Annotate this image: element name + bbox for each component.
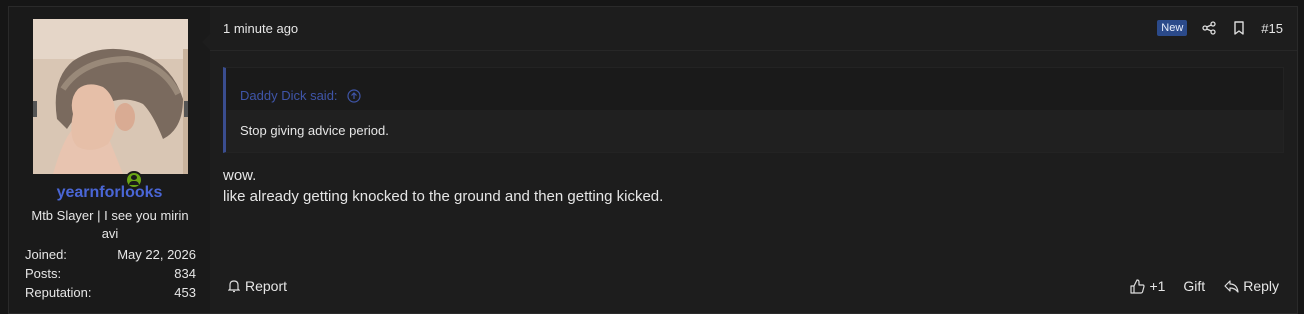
user-stats: Joined: May 22, 2026 Posts: 834 Reputati… [25, 245, 196, 302]
post-footer: Report +1 Gift Reply [210, 276, 1297, 298]
quote-text: Stop giving advice period. [226, 110, 1283, 152]
username-link[interactable]: yearnforlooks [9, 184, 210, 202]
post-content: 1 minute ago New #15 Daddy Dick said: St… [210, 7, 1297, 313]
post-container: yearnforlooks Mtb Slayer | I see you mir… [8, 6, 1298, 314]
stat-label: Joined: [25, 247, 67, 262]
stat-value: 453 [174, 285, 196, 300]
stat-posts: Posts: 834 [25, 264, 196, 283]
arrow-up-circle-icon[interactable] [346, 88, 362, 104]
post-header: 1 minute ago New #15 [210, 7, 1297, 51]
message-line: wow. [223, 167, 257, 184]
report-button[interactable]: Report [226, 278, 287, 294]
post-footer-actions: +1 Gift Reply [1129, 278, 1279, 294]
bookmark-icon[interactable] [1231, 20, 1247, 36]
quote-author[interactable]: Daddy Dick said: [240, 88, 338, 103]
user-title: Mtb Slayer | I see you mirin avi [31, 208, 189, 241]
reply-icon [1223, 278, 1239, 294]
post-message: wow. like already getting knocked to the… [223, 165, 663, 207]
message-line: like already getting knocked to the grou… [223, 188, 664, 205]
reply-label: Reply [1243, 278, 1279, 294]
stat-joined: Joined: May 22, 2026 [25, 245, 196, 264]
stat-label: Posts: [25, 266, 62, 281]
reply-button[interactable]: Reply [1223, 278, 1279, 294]
post-timestamp[interactable]: 1 minute ago [223, 21, 298, 36]
avatar[interactable] [33, 19, 188, 189]
report-label: Report [245, 278, 288, 294]
share-icon[interactable] [1201, 20, 1217, 36]
stat-value[interactable]: 834 [174, 264, 196, 283]
quote-block: Daddy Dick said: Stop giving advice peri… [223, 67, 1284, 153]
post-number-link[interactable]: #15 [1261, 21, 1283, 36]
gift-button[interactable]: Gift [1183, 278, 1205, 294]
like-count: +1 [1149, 278, 1166, 294]
thumbs-up-icon [1129, 278, 1145, 294]
post-header-actions: New #15 [1157, 20, 1283, 36]
stat-label: Reputation: [25, 285, 92, 300]
quote-header[interactable]: Daddy Dick said: [226, 68, 1283, 110]
avatar-image[interactable] [33, 19, 188, 174]
stat-reputation: Reputation: 453 [25, 283, 196, 302]
stat-value: May 22, 2026 [117, 247, 196, 262]
new-badge: New [1157, 20, 1188, 36]
like-button[interactable]: +1 [1129, 278, 1165, 294]
bell-icon [226, 278, 242, 294]
user-sidebar: yearnforlooks Mtb Slayer | I see you mir… [9, 7, 210, 313]
